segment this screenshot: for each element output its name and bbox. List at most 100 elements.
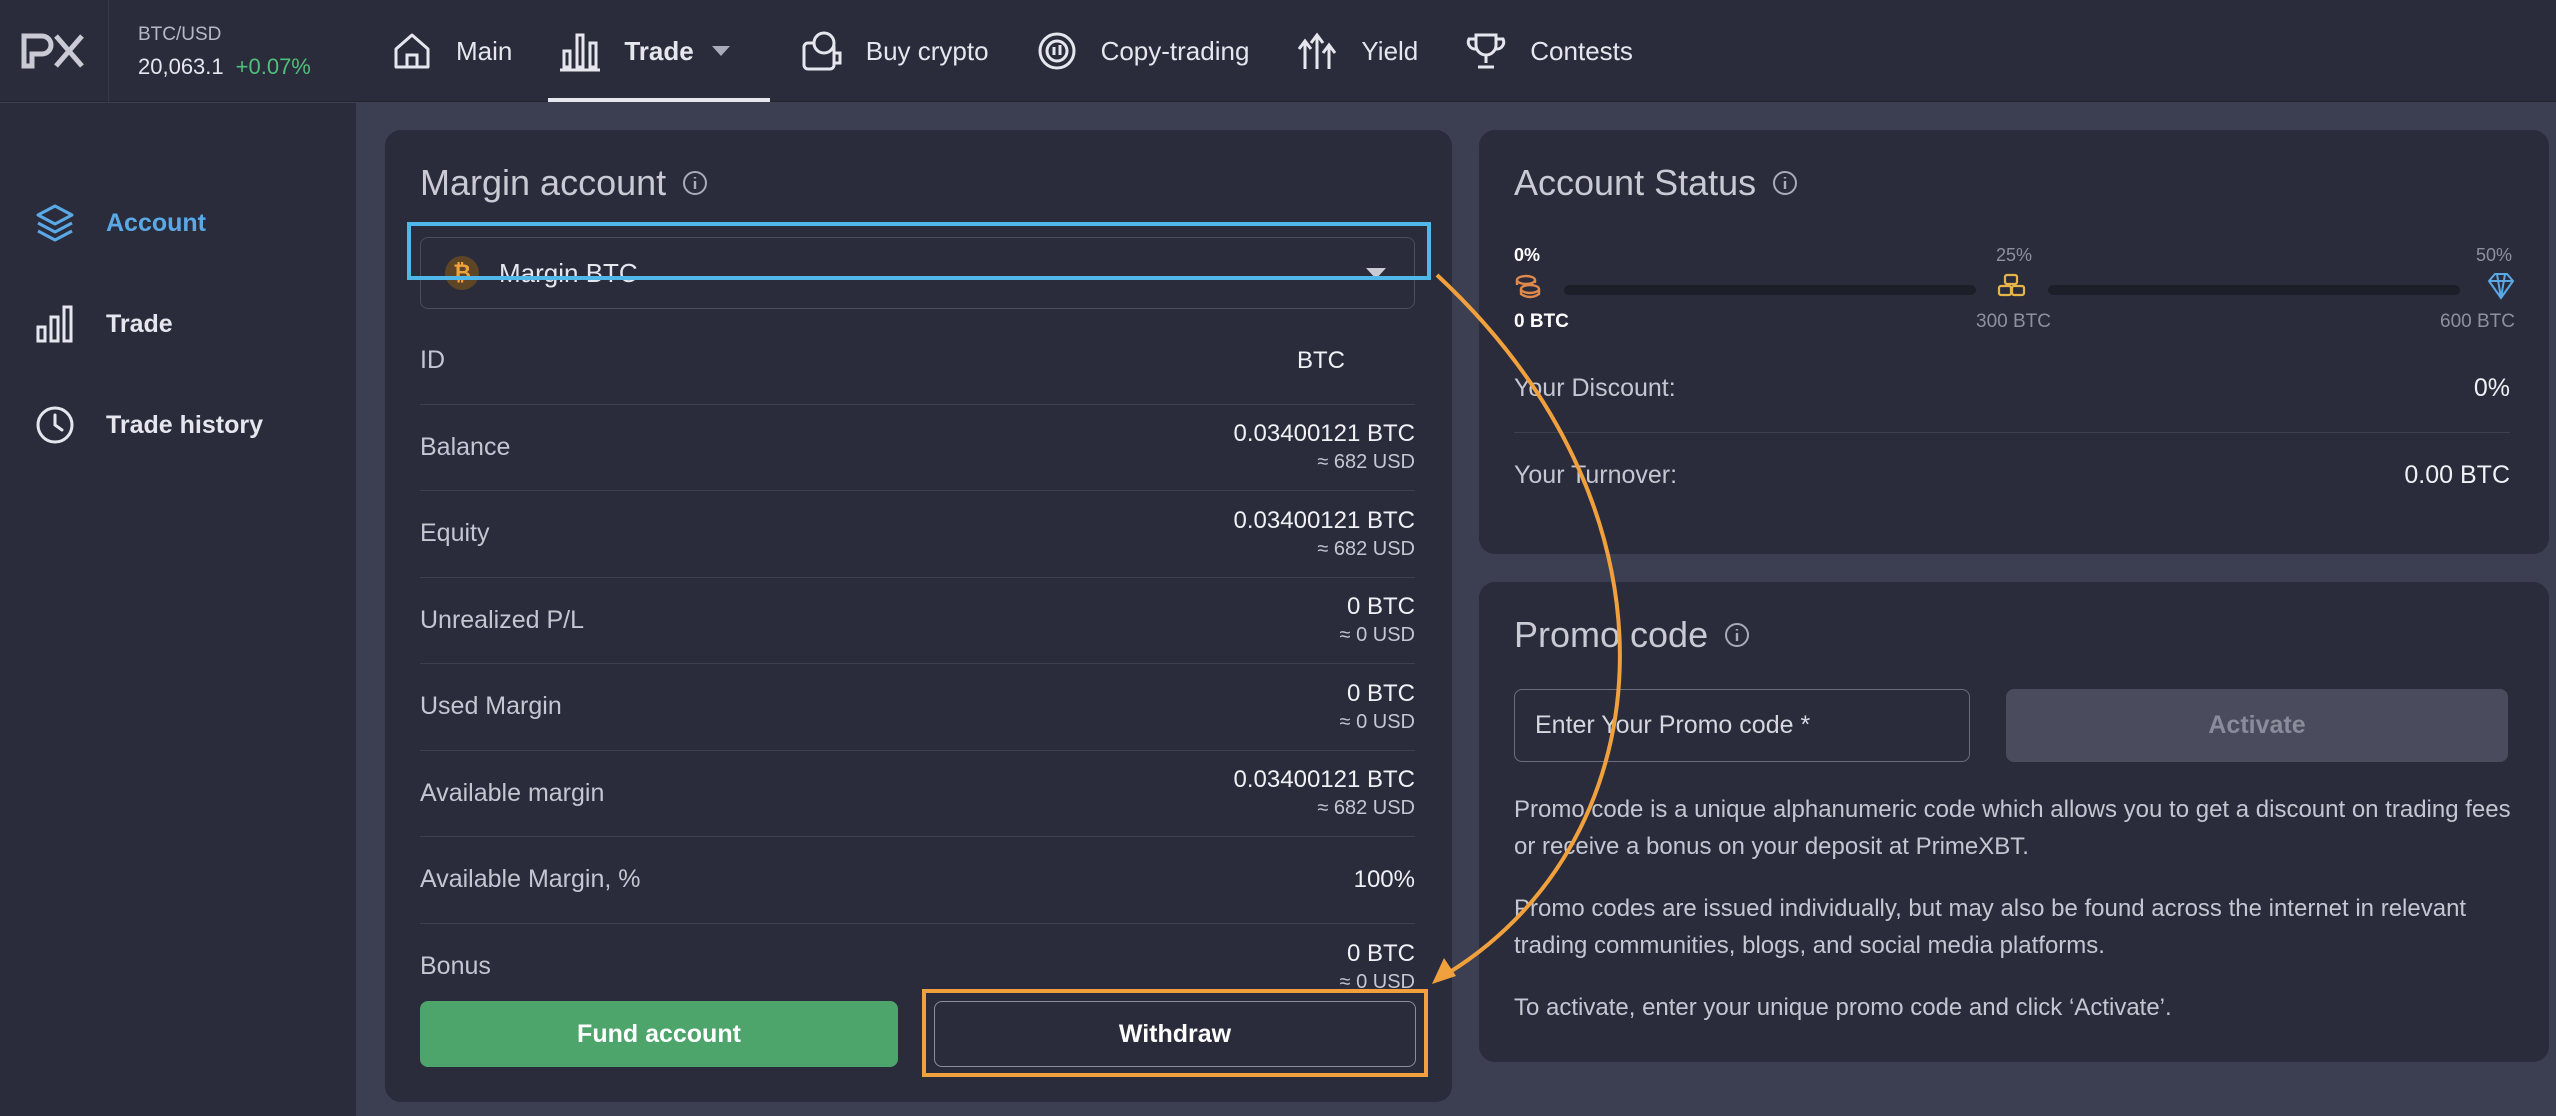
margin-account-title: Margin account (420, 162, 708, 204)
sidebar: Account Trade Trade history (0, 103, 356, 1116)
detail-value-main: 0 BTC (1346, 679, 1415, 707)
info-icon[interactable] (1772, 170, 1798, 196)
trophy-icon (1467, 33, 1506, 69)
discount-value: 0% (2473, 374, 2510, 402)
promo-code-title-text: Promo code (1514, 614, 1709, 655)
nav-contests[interactable]: Contests (1454, 0, 1669, 102)
bronze-coins-icon (1515, 274, 1541, 299)
sidebar-item-account[interactable]: Account (34, 202, 206, 244)
activate-button[interactable]: Activate (2006, 689, 2508, 762)
detail-value: 0.03400121 BTC ≈ 682 USD (1234, 419, 1415, 475)
account-status-title-text: Account Status (1514, 162, 1757, 203)
discount-row: Your Discount: 0% (1514, 374, 2510, 403)
ticker[interactable]: BTC/USD 20,063.1 +0.07% (138, 24, 311, 80)
nav-main[interactable]: Main (380, 0, 548, 102)
nav-trade[interactable]: Trade (548, 0, 771, 102)
detail-label: ID (420, 346, 445, 375)
level-amount: 300 BTC (1976, 311, 2051, 332)
detail-value: 0 BTC ≈ 0 USD (1340, 592, 1415, 648)
detail-row-equity: Equity 0.03400121 BTC ≈ 682 USD (420, 491, 1415, 578)
discount-label: Your Discount: (1514, 374, 1676, 402)
detail-row-balance: Balance 0.03400121 BTC ≈ 682 USD (420, 405, 1415, 491)
ticker-pair: BTC/USD (138, 24, 222, 45)
detail-value: 0 BTC ≈ 0 USD (1340, 679, 1415, 735)
ticker-price-line: 20,063.1 +0.07% (138, 54, 311, 80)
sidebar-item-trade-history-label: Trade history (106, 410, 263, 439)
nav-copy-trading[interactable]: Copy-trading (1025, 0, 1286, 102)
turnover-value: 0.00 BTC (2404, 461, 2510, 489)
detail-label: Equity (420, 519, 490, 548)
detail-label: Used Margin (420, 692, 562, 721)
detail-row-unrealized-pl: Unrealized P/L 0 BTC ≈ 0 USD (420, 578, 1415, 664)
detail-row-id: ID BTC (420, 318, 1415, 405)
account-status-title: Account Status (1514, 162, 1798, 204)
nav-buy-crypto-label: Buy crypto (865, 35, 989, 66)
nav-copy-trading-label: Copy-trading (1100, 35, 1250, 66)
level-amount: 600 BTC (2440, 311, 2515, 332)
info-icon[interactable] (682, 170, 708, 196)
top-bar: BTC/USD 20,063.1 +0.07% Main Trade Buy c… (0, 0, 2556, 102)
margin-account-title-text: Margin account (420, 162, 667, 203)
main-nav: Main Trade Buy crypto Copy-trading Yield… (380, 0, 1669, 102)
promo-description: Promo codes are issued individually, but… (1514, 895, 2467, 959)
ticker-change: +0.07% (235, 54, 311, 79)
detail-value: 0 BTC ≈ 0 USD (1340, 939, 1415, 995)
detail-label: Available margin (420, 778, 605, 807)
layers-icon (36, 204, 74, 242)
ticker-price: 20,063.1 (138, 54, 224, 79)
level-pct: 50% (2476, 245, 2513, 265)
detail-value-usd: ≈ 682 USD (1317, 537, 1415, 560)
detail-value-usd: ≈ 682 USD (1317, 451, 1415, 474)
nav-yield-label: Yield (1361, 35, 1419, 66)
bar-chart-icon (36, 305, 73, 343)
level-pct: 0% (1514, 245, 1541, 265)
progress-track (2048, 285, 2460, 295)
detail-value-usd: ≈ 0 USD (1339, 710, 1415, 733)
turnover-row: Your Turnover: 0.00 BTC (1514, 461, 2510, 490)
chevron-down-icon (711, 46, 730, 56)
home-icon (394, 33, 430, 69)
nav-main-label: Main (456, 35, 513, 66)
detail-row-used-margin: Used Margin 0 BTC ≈ 0 USD (420, 664, 1415, 751)
promo-code-input[interactable] (1514, 689, 1970, 762)
level-pct: 25% (1996, 245, 2033, 265)
clock-icon (36, 406, 74, 444)
detail-value-main: 100% (1353, 865, 1415, 893)
fund-account-button[interactable]: Fund account (420, 1001, 898, 1067)
yield-icon (1298, 32, 1337, 69)
highlight-frame-blue (407, 222, 1431, 280)
detail-value-main: 0.03400121 BTC (1233, 766, 1415, 794)
promo-description: Promo code is a unique alphanumeric code… (1514, 796, 2511, 860)
px-logo[interactable] (20, 30, 90, 72)
nav-buy-crypto[interactable]: Buy crypto (790, 0, 1025, 102)
gold-coins-icon (1997, 273, 2026, 297)
detail-value-main: 0 BTC (1346, 593, 1415, 621)
diamond-icon (2487, 273, 2515, 300)
sidebar-item-trade-label: Trade (106, 309, 173, 338)
nav-trade-label: Trade (624, 35, 694, 66)
detail-label: Bonus (420, 952, 491, 981)
margin-details-list: ID BTC Balance 0.03400121 BTC ≈ 682 USD E… (420, 318, 1415, 1010)
detail-row-available-margin-pct: Available Margin, % 100% (420, 837, 1415, 924)
bar-chart-icon (560, 33, 601, 72)
turnover-label: Your Turnover: (1514, 461, 1678, 489)
highlight-frame-orange (922, 989, 1428, 1077)
detail-value-usd: ≈ 0 USD (1339, 624, 1415, 647)
sidebar-item-trade[interactable]: Trade (34, 303, 173, 345)
copy-trading-icon (1038, 32, 1076, 70)
info-icon[interactable] (1724, 622, 1750, 648)
detail-row-available-margin: Available margin 0.03400121 BTC ≈ 682 USD (420, 751, 1415, 837)
buy-crypto-icon (802, 31, 842, 71)
nav-contests-label: Contests (1530, 35, 1633, 66)
detail-value-main: 0.03400121 BTC (1233, 420, 1415, 448)
nav-yield[interactable]: Yield (1285, 0, 1454, 102)
detail-value-main: BTC (1297, 346, 1345, 374)
detail-value: 100% (1354, 865, 1415, 895)
sidebar-item-account-label: Account (106, 208, 206, 237)
status-progress: 0% 25% 50% 0 BTC 300 BTC 600 BTC (1514, 245, 2518, 335)
sidebar-item-trade-history[interactable]: Trade history (34, 404, 263, 446)
detail-label: Balance (420, 432, 511, 461)
level-amount: 0 BTC (1514, 311, 1569, 332)
detail-value-usd: ≈ 682 USD (1317, 797, 1415, 820)
progress-track (1564, 285, 1976, 295)
